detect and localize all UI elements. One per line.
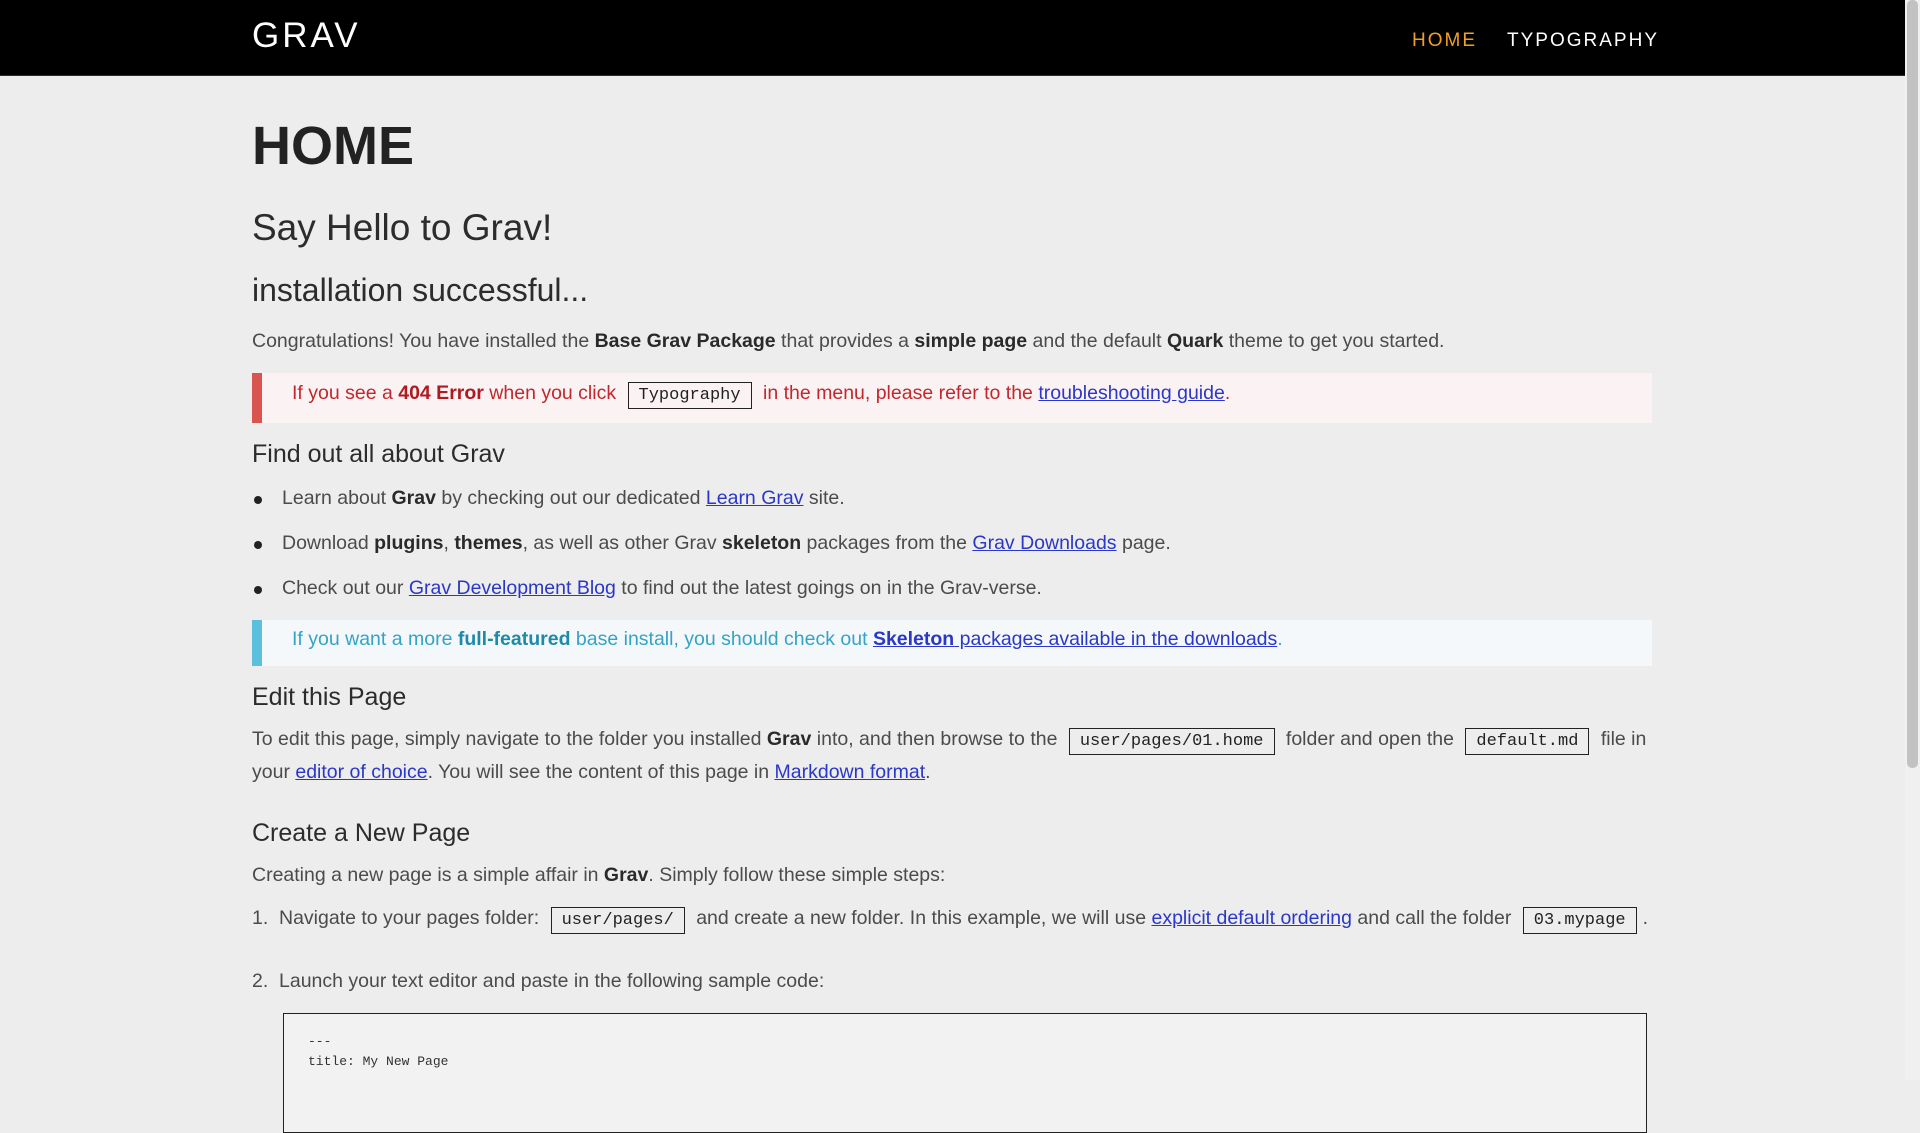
edit-heading: Edit this Page	[252, 683, 407, 712]
troubleshooting-link[interactable]: troubleshooting guide	[1038, 382, 1224, 404]
intro-paragraph: Congratulations! You have installed the …	[252, 330, 1445, 353]
error-notice: If you see a 404 Error when you click Ty…	[252, 373, 1652, 424]
main-content: HOME Say Hello to Grav! installation suc…	[252, 75, 1652, 1133]
create-heading: Create a New Page	[252, 819, 471, 848]
default-ordering-link[interactable]: explicit default ordering	[1151, 907, 1352, 929]
learn-grav-link[interactable]: Learn Grav	[706, 487, 804, 509]
editor-of-choice-link[interactable]: editor of choice	[295, 761, 427, 783]
page-title: HOME	[252, 116, 414, 176]
mypage-folder-code: 03.mypage	[1522, 907, 1637, 935]
hello-heading: Say Hello to Grav!	[252, 207, 553, 248]
grav-downloads-link[interactable]: Grav Downloads	[972, 532, 1116, 554]
dev-blog-link[interactable]: Grav Development Blog	[409, 577, 616, 599]
main-nav: HOME TYPOGRAPHY	[1412, 30, 1659, 52]
create-paragraph: Creating a new page is a simple affair i…	[252, 864, 946, 887]
default-md-code: default.md	[1465, 728, 1590, 756]
step-item: 2. Launch your text editor and paste in t…	[252, 970, 825, 993]
typography-code: Typography	[627, 382, 752, 410]
grav-links-list: Learn about Grav by checking out our ded…	[252, 483, 1652, 604]
top-navbar: GRAV HOME TYPOGRAPHY	[0, 0, 1905, 76]
list-item: Learn about Grav by checking out our ded…	[252, 483, 1652, 514]
site-logo[interactable]: GRAV	[252, 16, 361, 56]
scrollbar-thumb[interactable]	[1907, 0, 1918, 768]
markdown-format-link[interactable]: Markdown format	[775, 761, 926, 783]
list-item: Download plugins, themes, as well as oth…	[252, 528, 1652, 559]
steps-list: 1. Navigate to your pages folder: user/pa…	[252, 903, 1652, 997]
step-item: 1. Navigate to your pages folder: user/pa…	[252, 903, 1652, 936]
skeleton-packages-link[interactable]: Skeleton packages available in the downl…	[873, 628, 1277, 650]
nav-home[interactable]: HOME	[1412, 30, 1477, 52]
find-heading: Find out all about Grav	[252, 440, 505, 469]
nav-typography[interactable]: TYPOGRAPHY	[1507, 30, 1659, 52]
edit-paragraph: To edit this page, simply navigate to th…	[252, 728, 1647, 784]
home-path-code: user/pages/01.home	[1068, 728, 1275, 756]
pages-folder-code: user/pages/	[550, 907, 685, 935]
list-item: Check out our Grav Development Blog to f…	[252, 573, 1652, 604]
install-heading: installation successful...	[252, 271, 589, 308]
info-notice: If you want a more full-featured base in…	[252, 620, 1652, 667]
code-sample-block: --- title: My New Page	[283, 1013, 1647, 1133]
